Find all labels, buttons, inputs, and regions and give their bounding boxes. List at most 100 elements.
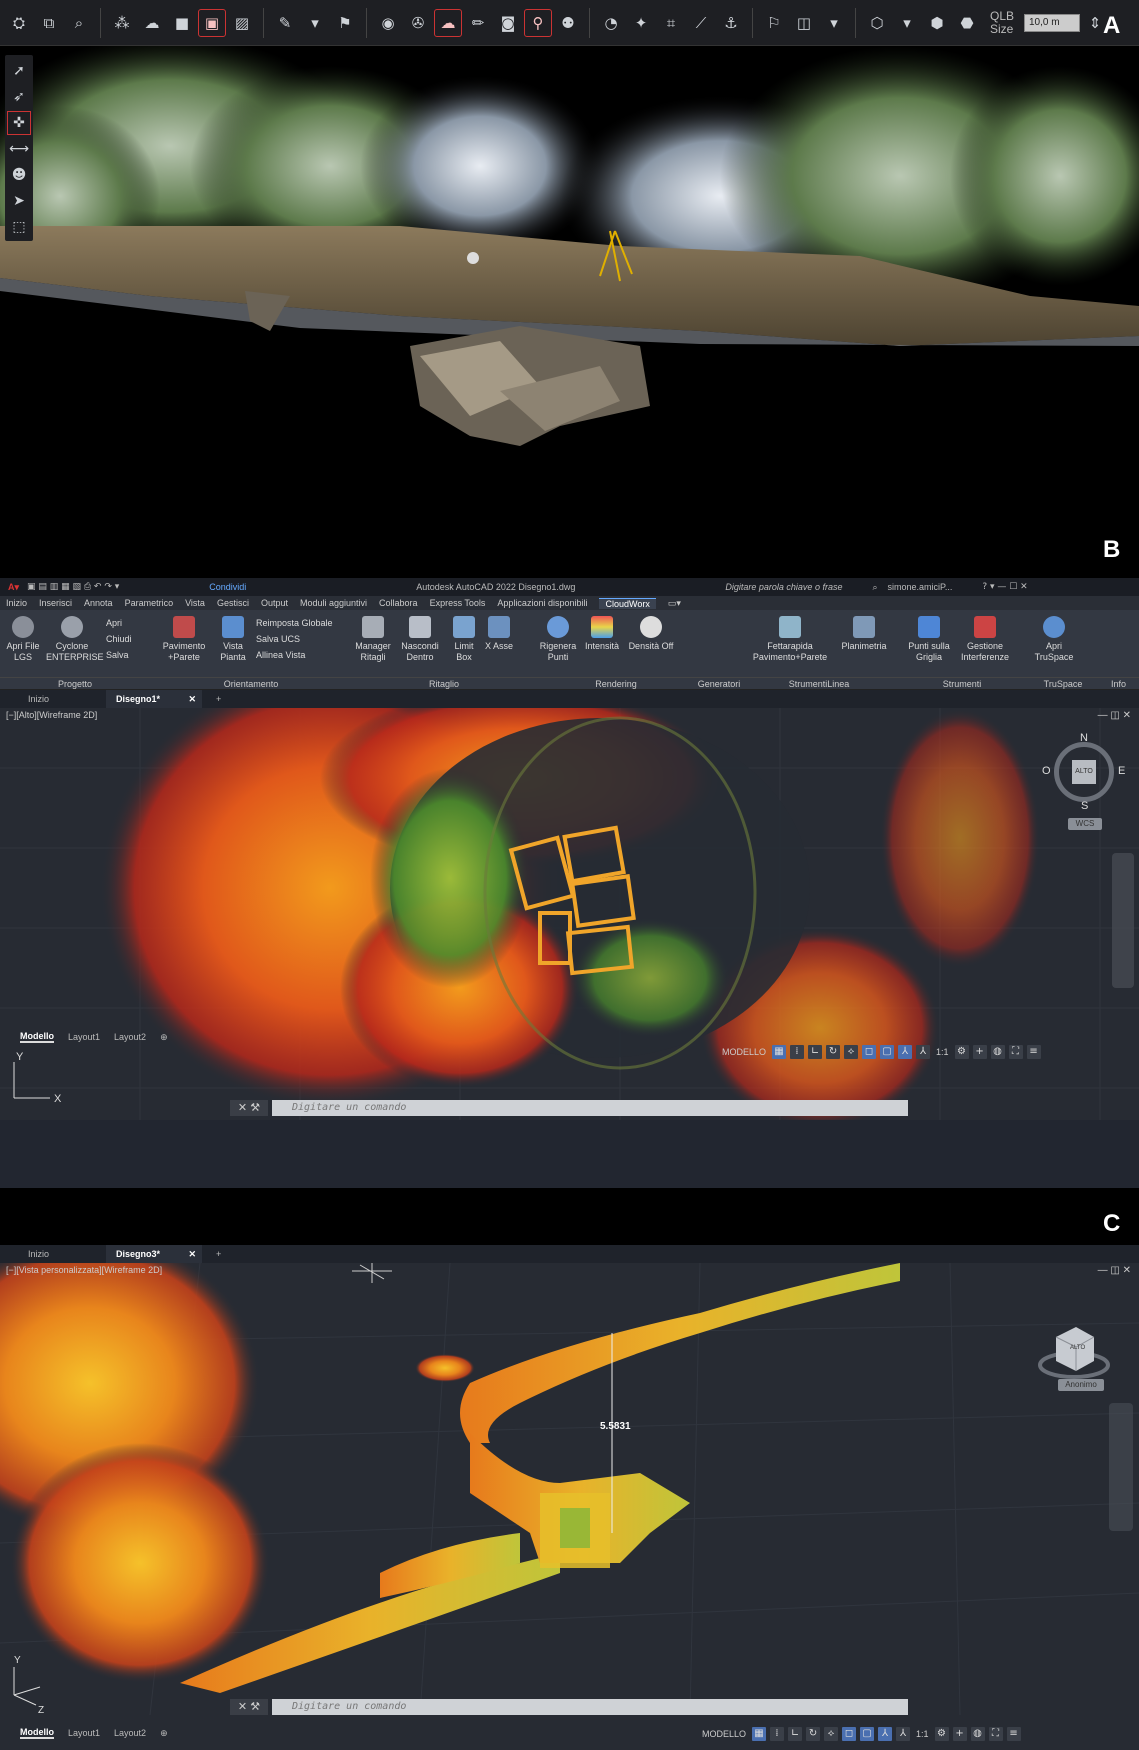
crop-icon[interactable]: ⌗ xyxy=(658,10,684,36)
camera-icon[interactable]: ◙ xyxy=(495,10,521,36)
search-box[interactable]: Digitare parola chiave o frase xyxy=(725,582,842,592)
annotation-scale-icon[interactable]: ⅄ xyxy=(916,1045,931,1059)
navigation-bar[interactable] xyxy=(1112,853,1134,988)
planimetria-button[interactable]: Planimetria xyxy=(838,616,890,652)
polar-icon[interactable]: ↻ xyxy=(806,1727,821,1741)
viewport-label-c[interactable]: [−][Vista personalizzata][Wireframe 2D] xyxy=(6,1265,162,1275)
autocad-logo-icon[interactable]: A▾ xyxy=(8,582,19,593)
point-cloud-3d-view[interactable]: Y Z xyxy=(0,1263,1139,1715)
ortho-icon[interactable]: ∟ xyxy=(808,1045,823,1059)
ortho-icon[interactable]: ∟ xyxy=(788,1727,803,1741)
tab-output[interactable]: Output xyxy=(261,598,288,608)
osnap-icon[interactable]: ◻ xyxy=(862,1045,877,1059)
isolate-icon[interactable]: ◍ xyxy=(990,1045,1005,1059)
layers-icon[interactable]: ⧉ xyxy=(36,10,62,36)
fettarapida-button[interactable]: Fettarapida Pavimento+Parete xyxy=(748,616,832,663)
tab-express-tools[interactable]: Express Tools xyxy=(430,598,486,608)
tab-cloudworx[interactable]: CloudWorx xyxy=(599,597,656,609)
apri-file-lgs-button[interactable]: Apri File LGS xyxy=(6,616,40,663)
add-layout-button[interactable]: ⊕ xyxy=(160,1032,168,1043)
reimposta-globale-button[interactable]: Reimposta Globale xyxy=(256,618,333,628)
dropdown-icon[interactable]: ▾ xyxy=(302,10,328,36)
tab-inserisci[interactable]: Inserisci xyxy=(39,598,72,608)
gear-icon[interactable]: ⚙ xyxy=(934,1727,949,1741)
new-tab-button[interactable]: + xyxy=(206,690,231,708)
viewport-window-controls[interactable]: — ◫ ✕ xyxy=(1098,1265,1131,1276)
group-truspace[interactable]: TruSpace xyxy=(1028,677,1098,690)
navigation-bar-c[interactable] xyxy=(1109,1403,1133,1531)
manager-ritagli-button[interactable]: Manager Ritagli xyxy=(352,616,394,663)
pointer-icon[interactable]: ⛭ xyxy=(6,10,32,36)
tab-annota[interactable]: Annota xyxy=(84,598,113,608)
nascondi-dentro-button[interactable]: Nascondi Dentro xyxy=(398,616,442,663)
tab-parametrico[interactable]: Parametrico xyxy=(125,598,174,608)
annotation-icon[interactable]: ⅄ xyxy=(878,1727,893,1741)
grid-icon[interactable]: ▦ xyxy=(772,1045,787,1059)
fullscreen-icon[interactable]: ⛶ xyxy=(988,1727,1003,1741)
tab-moduli[interactable]: Moduli aggiuntivi xyxy=(300,598,367,608)
qlb-size-input[interactable]: 10,0 m xyxy=(1024,13,1080,32)
close-icon[interactable]: ✕ xyxy=(188,1245,196,1263)
plus-icon[interactable]: + xyxy=(952,1727,967,1741)
apri-button[interactable]: Apri xyxy=(106,618,122,628)
annotation-icon[interactable]: ⅄ xyxy=(898,1045,913,1059)
command-close-icon[interactable]: ✕ ⚒ xyxy=(230,1699,268,1715)
search-icon[interactable]: ⌕ xyxy=(872,582,877,593)
window-controls[interactable]: ? ▾ — ☐ ✕ xyxy=(982,582,1027,592)
fly-icon[interactable]: ➤ xyxy=(8,190,30,212)
share-button[interactable]: Condividi xyxy=(209,582,246,592)
tab-applicazioni[interactable]: Applicazioni disponibili xyxy=(497,598,587,608)
compass-e[interactable]: E xyxy=(1118,765,1125,777)
line-icon[interactable]: ⟋ xyxy=(688,10,714,36)
polar-icon[interactable]: ↻ xyxy=(826,1045,841,1059)
salva-button[interactable]: Salva xyxy=(106,650,129,660)
wcs-menu[interactable]: WCS xyxy=(1068,818,1102,830)
group-strumenti[interactable]: Strumenti xyxy=(896,677,1028,690)
tab-toggle-icon[interactable]: ▭▾ xyxy=(668,598,681,609)
compass-o[interactable]: O xyxy=(1042,765,1051,777)
isodraft-icon[interactable]: ⟡ xyxy=(844,1045,859,1059)
fullscreen-icon[interactable]: ⛶ xyxy=(1008,1045,1023,1059)
cloud-select-icon[interactable]: ☁ xyxy=(434,8,462,37)
annotation-scale-icon[interactable]: ⅄ xyxy=(896,1727,911,1741)
group-generatori[interactable]: Generatori xyxy=(696,677,742,690)
layout-tab-layout2[interactable]: Layout2 xyxy=(114,1728,146,1738)
measure-tool-icon[interactable]: ✎ xyxy=(272,10,298,36)
viewport-3d[interactable]: Y Z [−][Vista personalizzata][Wireframe … xyxy=(0,1263,1139,1715)
box-icon[interactable]: ⬢ xyxy=(924,10,950,36)
quick-access-icons[interactable]: ▣ ▤ ▥ ▦ ▧ ⎙ ↶ ↷ ▾ xyxy=(27,582,119,592)
tab-gestisci[interactable]: Gestisci xyxy=(217,598,249,608)
densita-off-button[interactable]: Densità Off xyxy=(626,616,676,652)
paint-icon[interactable]: ✦ xyxy=(628,10,654,36)
salva-ucs-button[interactable]: Salva UCS xyxy=(256,634,300,644)
user-pin-icon[interactable]: ⚉ xyxy=(555,10,581,36)
chiudi-button[interactable]: Chiudi xyxy=(106,634,132,644)
gestione-interferenze-button[interactable]: Gestione Interferenze xyxy=(958,616,1012,663)
command-line[interactable]: Digitare un comando xyxy=(272,1100,908,1116)
group-orientamento[interactable]: Orientamento xyxy=(150,677,352,690)
point-cloud-perspective-view[interactable] xyxy=(0,46,1139,565)
user-name[interactable]: simone.amiciP... xyxy=(888,582,953,592)
command-line-c[interactable]: Digitare un comando xyxy=(272,1699,908,1715)
group-progetto[interactable]: Progetto xyxy=(0,677,150,690)
slice-icon[interactable]: ◫ xyxy=(791,10,817,36)
layout-tab-layout1[interactable]: Layout1 xyxy=(68,1728,100,1738)
snap-icon[interactable]: ⁞ xyxy=(790,1045,805,1059)
x-asse-button[interactable]: X Asse xyxy=(484,616,514,652)
route-icon[interactable]: ⚐ xyxy=(761,10,787,36)
cloud-icon[interactable]: ☁ xyxy=(139,10,165,36)
pie-icon[interactable]: ◔ xyxy=(598,10,624,36)
select-plus-icon[interactable]: ➶ xyxy=(8,86,30,108)
menu-icon[interactable]: ≡ xyxy=(1006,1727,1021,1741)
group-info[interactable]: Info xyxy=(1098,677,1139,690)
dropdown-icon[interactable]: ▾ xyxy=(894,10,920,36)
close-icon[interactable]: ✕ xyxy=(188,690,196,708)
scale-value[interactable]: 1:1 xyxy=(916,1729,929,1739)
apri-truspace-button[interactable]: Apri TruSpace xyxy=(1034,616,1074,663)
tab-start-c[interactable]: Inizio xyxy=(18,1245,59,1263)
box-m-icon[interactable]: ⬣ xyxy=(954,10,980,36)
orbit-icon[interactable]: ✜ xyxy=(7,111,31,135)
anchor-icon[interactable]: ⚓ xyxy=(718,10,744,36)
layout-tab-modello[interactable]: Modello xyxy=(20,1031,54,1043)
intensita-button[interactable]: Intensità xyxy=(582,616,622,652)
